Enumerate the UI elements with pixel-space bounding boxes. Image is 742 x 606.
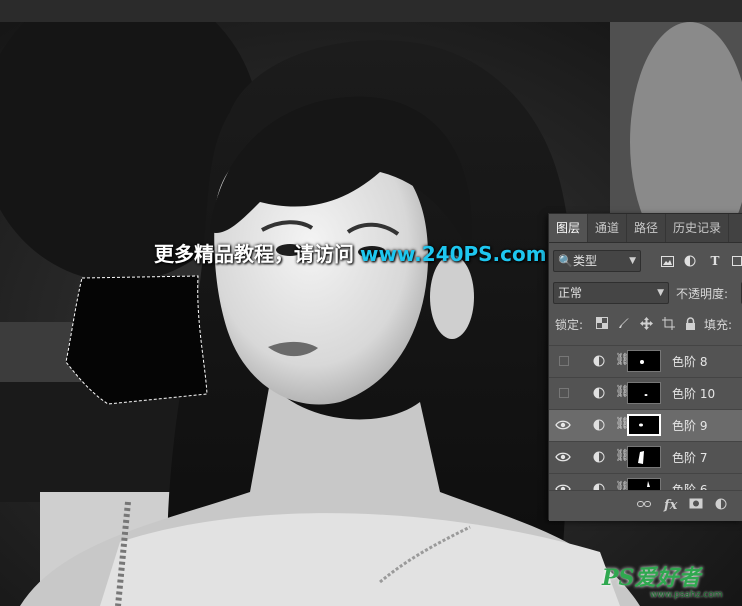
layer-row[interactable]: ⛓ 色阶 7 [549,441,742,473]
new-adjustment-layer-icon[interactable] [715,498,727,514]
panel-tabs: 图层 通道 路径 历史记录 [549,214,742,243]
layer-mask-thumbnail[interactable] [627,350,661,372]
site-logo-url: www.psahz.com [650,590,723,600]
adjustment-layer-icon [593,355,605,367]
document-tab-bar [0,0,742,23]
watermark-banner: 更多精品教程，请访问 www.240PS.com [154,238,547,267]
layer-name[interactable]: 色阶 6 [672,481,707,490]
layer-name[interactable]: 色阶 9 [672,417,707,434]
filter-pixel-icon[interactable] [659,253,675,269]
layers-panel-footer: fx [549,490,742,521]
add-mask-icon[interactable] [689,498,703,513]
adjustment-layer-icon [593,419,605,431]
visibility-toggle[interactable] [559,356,569,366]
adjustment-layer-icon [593,451,605,463]
tab-paths[interactable]: 路径 [627,214,667,242]
site-logo: PS爱好者 [602,565,701,591]
lock-image-pixels-brush-icon[interactable] [616,315,632,331]
fill-label: 填充: [704,318,733,332]
layer-row[interactable]: ⛓ 色阶 8 [549,345,742,377]
tab-layers[interactable]: 图层 [549,214,589,242]
blend-mode-value: 正常 [558,286,583,300]
layer-row-selected[interactable]: ⛓ 色阶 9 [549,409,742,441]
layer-filter-kind-select[interactable]: 🔍类型 ▼ [553,250,641,272]
eye-icon[interactable] [555,418,571,432]
layer-mask-thumbnail[interactable] [627,414,661,436]
eye-icon[interactable] [555,450,571,464]
visibility-toggle[interactable] [559,388,569,398]
layer-row[interactable]: ⛓ 色阶 10 [549,377,742,409]
layer-name[interactable]: 色阶 8 [672,353,707,370]
layer-mask-thumbnail[interactable] [627,446,661,468]
link-layers-icon[interactable] [637,498,651,513]
watermark-url: www.240PS.com [360,242,547,266]
tab-history[interactable]: 历史记录 [666,214,730,242]
eye-icon[interactable] [555,482,571,490]
layer-name[interactable]: 色阶 10 [672,385,715,402]
filter-shape-icon[interactable] [729,253,742,269]
layer-filter-kind-value: 类型 [572,254,597,268]
adjustment-layer-icon [593,483,605,490]
lock-label: 锁定: [555,318,584,332]
adjustment-layer-icon [593,387,605,399]
lock-transparent-pixels-icon[interactable] [594,315,610,331]
tab-channels[interactable]: 通道 [588,214,628,242]
chevron-down-icon: ▼ [657,288,664,298]
layer-style-fx-icon[interactable]: fx [664,498,677,513]
chevron-down-icon: ▼ [629,256,636,266]
lock-all-icon[interactable] [682,315,698,331]
layers-panel: 图层 通道 路径 历史记录 🔍类型 ▼ T 正常 ▼ 不透明度: 锁定: 填充: [548,213,742,521]
layer-row[interactable]: ⛓ 色阶 6 [549,473,742,490]
lock-artboard-icon[interactable] [660,315,676,331]
layer-mask-thumbnail[interactable] [627,382,661,404]
filter-type-icon[interactable]: T [707,253,723,269]
filter-adjustment-icon[interactable] [682,253,698,269]
blend-mode-select[interactable]: 正常 ▼ [553,282,669,304]
layer-name[interactable]: 色阶 7 [672,449,707,466]
watermark-text: 更多精品教程，请访问 [154,242,354,266]
opacity-label: 不透明度: [676,287,729,301]
lock-position-move-icon[interactable] [638,315,654,331]
layer-mask-thumbnail[interactable] [627,478,661,490]
